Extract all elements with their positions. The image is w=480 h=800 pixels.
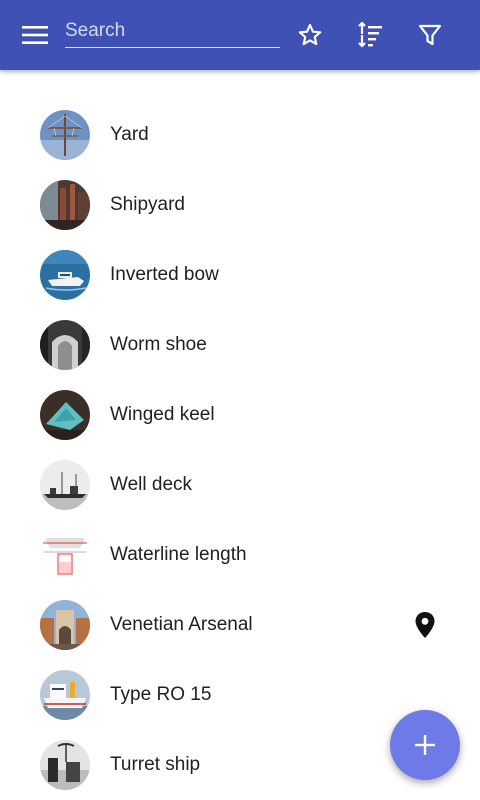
add-button[interactable] <box>390 710 460 780</box>
list-item-label: Waterline length <box>110 544 247 565</box>
search-field <box>65 14 280 51</box>
filter-icon <box>418 24 442 46</box>
type-ro-15-thumbnail <box>40 670 90 720</box>
app-bar <box>0 0 480 70</box>
turret-ship-thumbnail <box>40 740 90 790</box>
list-item-worm-shoe[interactable]: Worm shoe <box>0 310 480 380</box>
star-outline-icon <box>298 23 322 46</box>
list-item-label: Yard <box>110 124 149 145</box>
list-item-well-deck[interactable]: Well deck <box>0 450 480 520</box>
list-item-inverted-bow[interactable]: Inverted bow <box>0 240 480 310</box>
sort-button[interactable] <box>350 15 390 55</box>
waterline-length-thumbnail <box>40 530 90 580</box>
inverted-bow-thumbnail <box>40 250 90 300</box>
list-item-shipyard[interactable]: Shipyard <box>0 170 480 240</box>
plus-icon <box>415 735 435 755</box>
location-button[interactable] <box>412 612 438 638</box>
article-list: Yard Shipyard Inverted bow Worm shoe Win… <box>0 100 480 800</box>
map-pin-icon <box>415 612 435 638</box>
search-input[interactable] <box>65 14 280 48</box>
list-item-label: Inverted bow <box>110 264 219 285</box>
menu-button[interactable] <box>15 15 55 55</box>
list-item-label: Winged keel <box>110 404 215 425</box>
winged-keel-thumbnail <box>40 390 90 440</box>
list-item-winged-keel[interactable]: Winged keel <box>0 380 480 450</box>
list-item-label: Venetian Arsenal <box>110 614 253 635</box>
worm-shoe-thumbnail <box>40 320 90 370</box>
yard-thumbnail <box>40 110 90 160</box>
sort-icon <box>358 22 382 48</box>
list-item-label: Shipyard <box>110 194 185 215</box>
venetian-arsenal-thumbnail <box>40 600 90 650</box>
list-item-waterline-length[interactable]: Waterline length <box>0 520 480 590</box>
list-item-yard[interactable]: Yard <box>0 100 480 170</box>
favorites-button[interactable] <box>290 15 330 55</box>
list-item-label: Type RO 15 <box>110 684 212 705</box>
list-item-label: Turret ship <box>110 754 201 775</box>
well-deck-thumbnail <box>40 460 90 510</box>
list-item-label: Worm shoe <box>110 334 207 355</box>
shipyard-thumbnail <box>40 180 90 230</box>
list-item-venetian-arsenal[interactable]: Venetian Arsenal <box>0 590 480 660</box>
menu-icon <box>22 26 48 44</box>
filter-button[interactable] <box>410 15 450 55</box>
list-item-label: Well deck <box>110 474 193 495</box>
